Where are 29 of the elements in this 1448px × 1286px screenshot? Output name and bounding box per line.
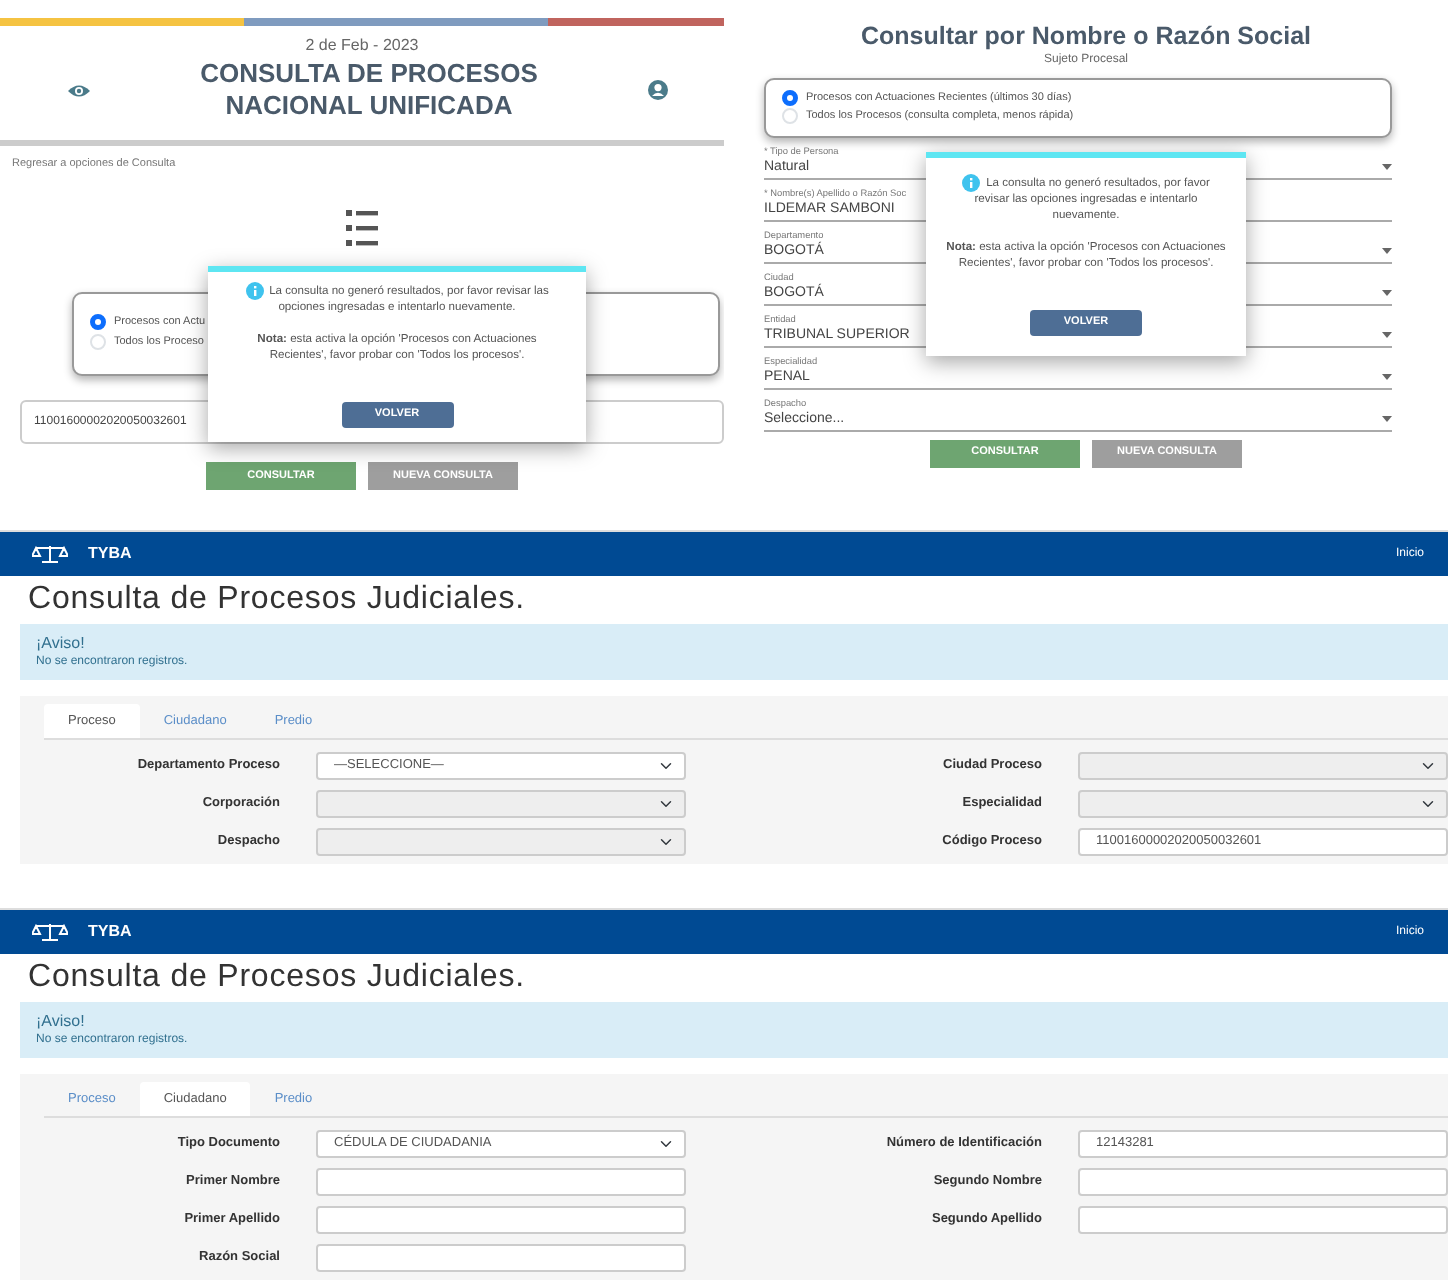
radio-button[interactable] bbox=[90, 314, 106, 331]
numbered-list-icon bbox=[346, 208, 378, 249]
alert-title: ¡Aviso! bbox=[36, 1010, 87, 1032]
caret-icon bbox=[1382, 164, 1392, 170]
text-field[interactable] bbox=[1078, 1206, 1448, 1234]
page-heading: Consulta de Procesos Judiciales. bbox=[28, 958, 527, 998]
brand-name: TYBA bbox=[88, 920, 132, 944]
eye-icon bbox=[68, 83, 90, 97]
scales-icon bbox=[32, 544, 68, 564]
brand-name: TYBA bbox=[88, 542, 132, 566]
text-field[interactable] bbox=[1078, 1168, 1448, 1196]
scales-icon bbox=[32, 922, 68, 942]
caret-icon bbox=[1382, 374, 1392, 380]
info-icon bbox=[962, 174, 981, 192]
page-title: Consultar por Nombre o Razón Social bbox=[858, 22, 1314, 52]
date-label: 2 de Feb - 2023 bbox=[303, 34, 421, 58]
radio-button[interactable] bbox=[782, 90, 798, 107]
page-title: CONSULTA DE PROCESOS NACIONAL UNIFICADA bbox=[199, 58, 539, 122]
caret-icon bbox=[1382, 332, 1392, 338]
caret-icon bbox=[1382, 248, 1392, 254]
text-field[interactable] bbox=[316, 1206, 686, 1234]
page-heading: Consulta de Procesos Judiciales. bbox=[28, 580, 527, 620]
text-field[interactable] bbox=[316, 1168, 686, 1196]
caret-icon bbox=[1382, 290, 1392, 296]
text-field[interactable] bbox=[316, 1244, 686, 1272]
caret-icon bbox=[1382, 416, 1392, 422]
user-icon bbox=[648, 80, 668, 100]
info-icon bbox=[245, 282, 264, 300]
alert-title: ¡Aviso! bbox=[36, 632, 87, 654]
